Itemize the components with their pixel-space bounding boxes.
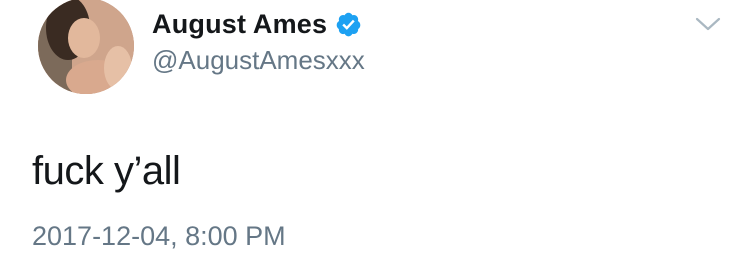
- author-display-name[interactable]: August Ames: [152, 8, 327, 40]
- avatar-image: [38, 0, 134, 94]
- author-handle[interactable]: @AugustAmesxxx: [152, 44, 365, 76]
- tweet-timestamp[interactable]: 2017-12-04, 8:00 PM: [32, 219, 286, 253]
- tweet-text: fuck y’all: [32, 149, 181, 193]
- avatar[interactable]: [38, 0, 134, 94]
- author-name-row: August Ames: [152, 8, 362, 40]
- tweet-card: August Ames @AugustAmesxxx fuck y’all 20…: [0, 0, 748, 251]
- chevron-down-icon[interactable]: [694, 14, 722, 34]
- verified-badge-icon: [335, 11, 362, 38]
